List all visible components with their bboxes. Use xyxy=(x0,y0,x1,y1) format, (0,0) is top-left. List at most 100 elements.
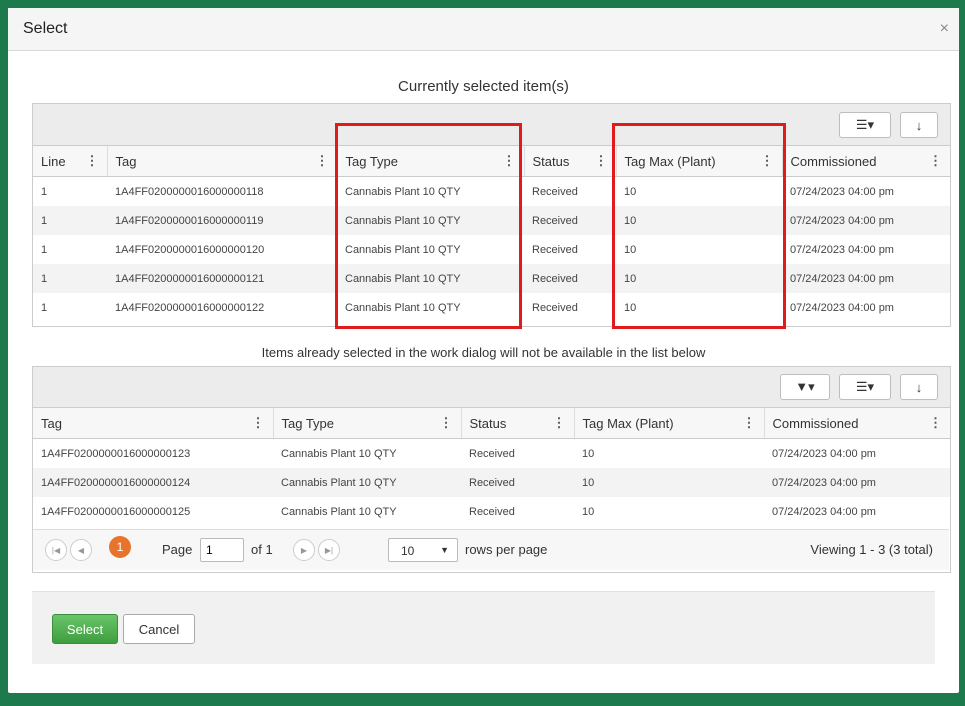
availability-note: Items already selected in the work dialo… xyxy=(261,345,706,360)
table-row[interactable]: 1A4FF0200000016000000124 Cannabis Plant … xyxy=(33,468,950,497)
select-dialog: Select × Currently selected item(s) ☰▾ ↓… xyxy=(8,8,959,693)
cell-tag-max: 10 xyxy=(616,206,782,235)
cell-tag-max: 10 xyxy=(582,505,595,518)
column-menu-icon[interactable]: ⋮ xyxy=(503,153,516,169)
columns-menu-button[interactable]: ☰▾ xyxy=(839,112,891,138)
cell-status: Received xyxy=(532,301,578,314)
columns-menu-button[interactable]: ☰▾ xyxy=(839,374,891,400)
filter-button[interactable]: ▼▾ xyxy=(780,374,830,400)
column-menu-icon[interactable]: ⋮ xyxy=(252,415,265,431)
cell-line: 1 xyxy=(41,301,48,314)
cell-commissioned: 07/24/2023 04:00 pm xyxy=(764,468,950,497)
column-menu-icon[interactable]: ⋮ xyxy=(761,153,774,169)
selected-items-grid: ☰▾ ↓ Line ⋮ Tag ⋮ Tag Type ⋮ Status ⋮ Tag Ma… xyxy=(32,103,951,327)
cell-tag: 1A4FF0200000016000000123 xyxy=(41,447,191,460)
table-row[interactable]: 1 1A4FF0200000016000000122 Cannabis Plan… xyxy=(33,293,950,322)
dialog-footer: Select Cancel xyxy=(32,591,935,664)
table-row[interactable]: 1 1A4FF0200000016000000121 Cannabis Plan… xyxy=(33,264,950,293)
column-menu-icon[interactable]: ⋮ xyxy=(743,415,756,431)
cell-status: Received xyxy=(532,243,578,256)
cell-tag-type: Cannabis Plant 10 QTY xyxy=(281,447,397,460)
selected-grid-toolbar: ☰▾ ↓ xyxy=(33,104,950,146)
close-icon[interactable]: × xyxy=(940,20,949,38)
download-icon: ↓ xyxy=(915,379,923,395)
cell-commissioned: 07/24/2023 04:00 pm xyxy=(772,505,876,518)
cell-commissioned: 07/24/2023 04:00 pm xyxy=(782,264,950,293)
table-row[interactable]: 1A4FF0200000016000000123 Cannabis Plant … xyxy=(33,439,950,469)
column-menu-icon[interactable]: ⋮ xyxy=(440,415,453,431)
column-menu-icon[interactable]: ⋮ xyxy=(595,153,608,169)
column-menu-icon[interactable]: ⋮ xyxy=(316,153,329,169)
cell-tag: 1A4FF0200000016000000118 xyxy=(115,185,264,198)
cell-tag: 1A4FF0200000016000000122 xyxy=(115,301,265,314)
cell-tag: 1A4FF0200000016000000121 xyxy=(107,264,337,293)
next-page-button[interactable]: ▶ xyxy=(293,539,315,561)
cell-tag-type: Cannabis Plant 10 QTY xyxy=(345,243,461,256)
column-menu-icon[interactable]: ⋮ xyxy=(86,153,99,169)
cell-commissioned: 07/24/2023 04:00 pm xyxy=(772,447,876,460)
cell-status: Received xyxy=(461,468,574,497)
cell-status: Received xyxy=(524,206,616,235)
cell-status: Received xyxy=(532,185,578,198)
column-menu-icon[interactable]: ⋮ xyxy=(553,415,566,431)
cell-line: 1 xyxy=(33,264,107,293)
rows-per-page-select[interactable]: 10 ▼ xyxy=(388,538,458,562)
available-items-table: Tag ⋮ Tag Type ⋮ Status ⋮ Tag Max (Plant) ⋮ … xyxy=(33,408,950,526)
cell-status: Received xyxy=(469,505,515,518)
column-header-commissioned[interactable]: Commissioned ⋮ xyxy=(764,408,950,439)
page-label: Page xyxy=(162,542,193,557)
rows-per-page-value: 10 xyxy=(401,544,415,558)
chevron-down-icon: ▼ xyxy=(440,545,449,555)
cell-tag: 1A4FF0200000016000000119 xyxy=(107,206,337,235)
rows-per-page-label: rows per page xyxy=(465,542,548,557)
column-header-tag-type[interactable]: Tag Type ⋮ xyxy=(273,408,462,439)
cell-line: 1 xyxy=(41,243,48,256)
columns-icon: ☰▾ xyxy=(855,379,875,394)
column-header-commissioned[interactable]: Commissioned ⋮ xyxy=(782,146,950,177)
last-page-button[interactable]: ▶| xyxy=(318,539,340,561)
column-header-tag-type[interactable]: Tag Type ⋮ xyxy=(337,146,525,177)
pager: |◀ ◀ 1 Page of 1 ▶ ▶| 10 ▼ rows per page… xyxy=(33,529,949,570)
filter-icon: ▼▾ xyxy=(795,379,815,394)
cell-tag-type: Cannabis Plant 10 QTY xyxy=(345,301,461,314)
dialog-title: Select xyxy=(23,20,68,37)
cell-tag: 1A4FF0200000016000000120 xyxy=(115,243,265,256)
column-menu-icon[interactable]: ⋮ xyxy=(929,153,942,169)
header-row: Line ⋮ Tag ⋮ Tag Type ⋮ Status ⋮ Tag Max (Pl… xyxy=(33,146,950,177)
column-header-tag-max[interactable]: Tag Max (Plant) ⋮ xyxy=(616,146,783,177)
available-grid-toolbar: ▼▾ ☰▾ ↓ xyxy=(33,367,950,408)
table-row[interactable]: 1 1A4FF0200000016000000118 Cannabis Plan… xyxy=(33,177,950,207)
dialog-titlebar: Select × xyxy=(8,8,959,51)
column-menu-icon[interactable]: ⋮ xyxy=(929,415,942,431)
column-header-status[interactable]: Status ⋮ xyxy=(461,408,575,439)
current-page-badge: 1 xyxy=(109,536,131,558)
column-header-tag-max[interactable]: Tag Max (Plant) ⋮ xyxy=(574,408,765,439)
table-row[interactable]: 1A4FF0200000016000000125 Cannabis Plant … xyxy=(33,497,950,526)
cancel-button[interactable]: Cancel xyxy=(123,614,195,644)
columns-icon: ☰▾ xyxy=(855,117,875,132)
prev-page-button[interactable]: ◀ xyxy=(70,539,92,561)
cell-commissioned: 07/24/2023 04:00 pm xyxy=(782,206,950,235)
column-header-tag[interactable]: Tag ⋮ xyxy=(107,146,338,177)
cell-status: Received xyxy=(524,264,616,293)
cell-line: 1 xyxy=(41,185,48,198)
page-input[interactable] xyxy=(200,538,244,562)
cell-tag-max: 10 xyxy=(624,301,637,314)
cell-tag-max: 10 xyxy=(624,243,637,256)
column-header-status[interactable]: Status ⋮ xyxy=(524,146,617,177)
table-row[interactable]: 1 1A4FF0200000016000000120 Cannabis Plan… xyxy=(33,235,950,264)
cell-tag: 1A4FF0200000016000000124 xyxy=(33,468,273,497)
cell-tag: 1A4FF0200000016000000125 xyxy=(41,505,191,518)
select-button[interactable]: Select xyxy=(52,614,118,644)
download-button[interactable]: ↓ xyxy=(900,374,938,400)
cell-commissioned: 07/24/2023 04:00 pm xyxy=(790,185,894,198)
first-page-button[interactable]: |◀ xyxy=(45,539,67,561)
cell-tag-max: 10 xyxy=(574,468,764,497)
cell-tag-max: 10 xyxy=(624,185,637,198)
selected-heading: Currently selected item(s) xyxy=(398,78,569,95)
cell-tag-type: Cannabis Plant 10 QTY xyxy=(345,185,461,198)
column-header-line[interactable]: Line ⋮ xyxy=(33,146,108,177)
table-row[interactable]: 1 1A4FF0200000016000000119 Cannabis Plan… xyxy=(33,206,950,235)
download-button[interactable]: ↓ xyxy=(900,112,938,138)
column-header-tag[interactable]: Tag ⋮ xyxy=(33,408,274,439)
